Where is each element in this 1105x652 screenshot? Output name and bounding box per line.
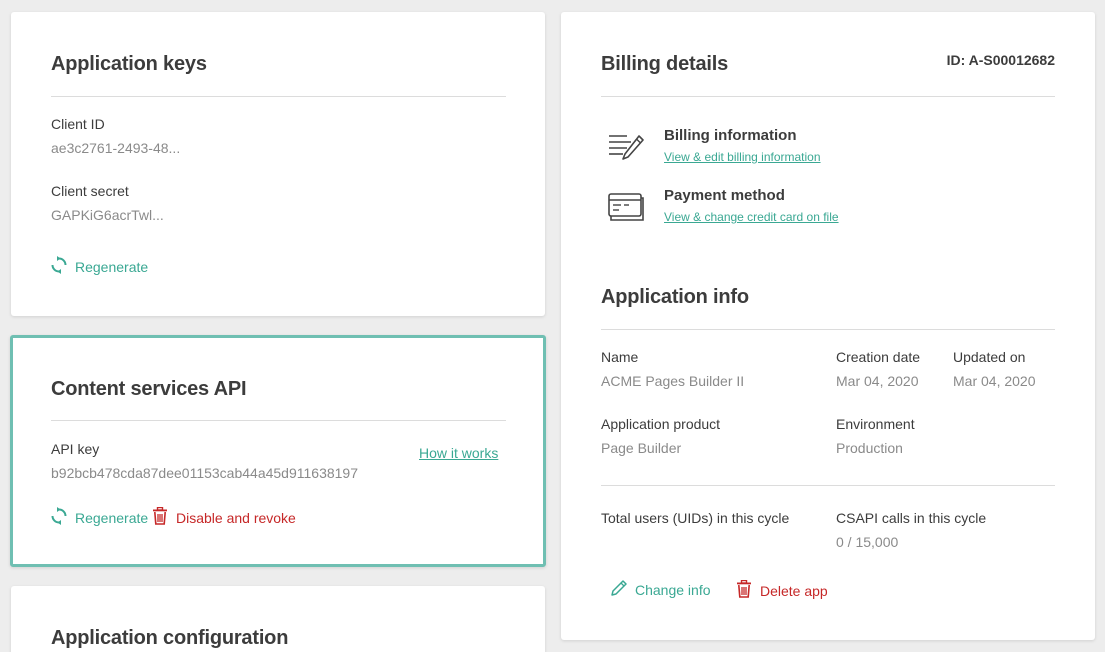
change-info-label: Change info xyxy=(635,581,711,598)
billing-details-card: Billing details ID: A-S00012682 Billing … xyxy=(561,12,1095,640)
name-label: Name xyxy=(601,349,639,365)
regenerate-keys-button[interactable]: Regenerate xyxy=(51,256,148,277)
divider xyxy=(601,329,1055,330)
trash-icon xyxy=(736,579,752,601)
view-change-credit-card-link[interactable]: View & change credit card on file xyxy=(664,210,839,224)
environment-value: Production xyxy=(836,440,903,456)
api-key-value: b92bcb478cda87dee01153cab44a45d911638197 xyxy=(51,465,359,481)
application-product-value: Page Builder xyxy=(601,440,682,456)
divider xyxy=(51,420,506,421)
divider xyxy=(601,485,1055,486)
creation-date-value: Mar 04, 2020 xyxy=(836,373,919,389)
updated-on-label: Updated on xyxy=(953,349,1026,365)
regenerate-api-key-button[interactable]: Regenerate xyxy=(51,507,148,528)
billing-details-title: Billing details xyxy=(601,53,729,75)
updated-on-value: Mar 04, 2020 xyxy=(953,373,1036,389)
api-key-label: API key xyxy=(51,441,100,457)
billing-id: ID: A-S00012682 xyxy=(946,52,1055,68)
application-configuration-card: Application configuration xyxy=(11,586,545,652)
csapi-calls-value: 0 / 15,000 xyxy=(836,534,899,550)
client-id-label: Client ID xyxy=(51,116,105,132)
disable-and-revoke-label: Disable and revoke xyxy=(176,509,296,526)
name-value: ACME Pages Builder II xyxy=(601,373,745,389)
how-it-works-link[interactable]: How it works xyxy=(419,445,498,461)
disable-and-revoke-button[interactable]: Disable and revoke xyxy=(152,506,296,528)
content-services-api-title: Content services API xyxy=(51,378,247,400)
creation-date-label: Creation date xyxy=(836,349,921,365)
document-pen-icon xyxy=(607,132,645,167)
content-services-api-card: Content services API API key b92bcb478cd… xyxy=(10,335,546,567)
application-keys-title: Application keys xyxy=(51,53,207,75)
client-secret-label: Client secret xyxy=(51,183,129,199)
payment-method-title: Payment method xyxy=(664,187,785,204)
application-info-title: Application info xyxy=(601,286,749,308)
client-id-value: ae3c2761-2493-48... xyxy=(51,140,181,156)
client-secret-value: GAPKiG6acrTwl... xyxy=(51,207,164,223)
csapi-calls-label: CSAPI calls in this cycle xyxy=(836,510,987,526)
regenerate-label: Regenerate xyxy=(75,509,149,526)
application-product-label: Application product xyxy=(601,416,721,432)
pencil-icon xyxy=(611,580,627,599)
change-info-button[interactable]: Change info xyxy=(611,580,711,599)
refresh-icon xyxy=(51,507,67,528)
delete-app-label: Delete app xyxy=(760,582,828,599)
refresh-icon xyxy=(51,256,67,277)
trash-icon xyxy=(152,506,168,528)
regenerate-label: Regenerate xyxy=(75,258,149,275)
total-users-label: Total users (UIDs) in this cycle xyxy=(601,510,790,526)
credit-card-icon xyxy=(607,192,645,227)
divider xyxy=(601,96,1055,97)
environment-label: Environment xyxy=(836,416,915,432)
application-keys-card: Application keys Client ID ae3c2761-2493… xyxy=(11,12,545,316)
application-configuration-title: Application configuration xyxy=(51,627,289,649)
billing-information-title: Billing information xyxy=(664,127,797,144)
view-edit-billing-link[interactable]: View & edit billing information xyxy=(664,150,821,164)
delete-app-button[interactable]: Delete app xyxy=(736,579,828,601)
divider xyxy=(51,96,506,97)
